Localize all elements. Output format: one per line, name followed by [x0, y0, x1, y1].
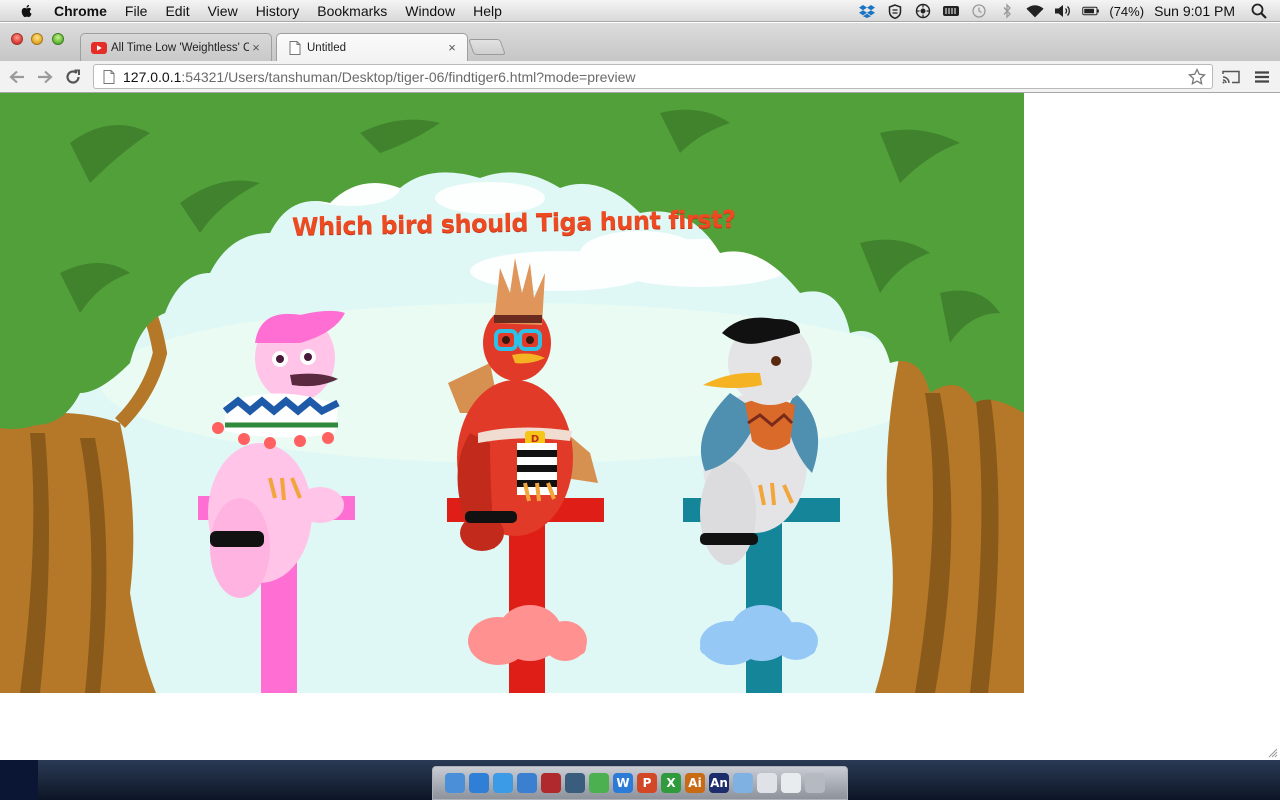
menu-window[interactable]: Window: [396, 0, 464, 22]
zoom-window-button[interactable]: [52, 33, 64, 45]
battery-icon[interactable]: [1082, 3, 1100, 19]
tab-untitled[interactable]: Untitled ×: [276, 33, 468, 61]
cast-button[interactable]: [1219, 65, 1243, 89]
menu-help[interactable]: Help: [464, 0, 511, 22]
page-icon: [101, 69, 117, 85]
illustrator-icon[interactable]: Ai: [685, 773, 705, 793]
menu-view[interactable]: View: [199, 0, 247, 22]
menu-file[interactable]: File: [116, 0, 157, 22]
gear-icon[interactable]: [914, 3, 932, 19]
trash-icon[interactable]: [805, 773, 825, 793]
close-window-button[interactable]: [11, 33, 23, 45]
forward-arrow-icon: [38, 70, 53, 84]
dock: W P X Ai An: [432, 766, 848, 800]
excel-icon[interactable]: X: [661, 773, 681, 793]
forward-button[interactable]: [33, 65, 57, 89]
word-icon[interactable]: W: [613, 773, 633, 793]
url-text[interactable]: 127.0.0.1:54321/Users/tanshuman/Desktop/…: [123, 69, 1186, 85]
photo-booth-icon[interactable]: [541, 773, 561, 793]
bookmark-star-icon[interactable]: [1186, 66, 1208, 88]
url-path: :54321/Users/tanshuman/Desktop/tiger-06/…: [181, 68, 636, 85]
back-button[interactable]: [5, 65, 29, 89]
shield-icon[interactable]: [886, 3, 904, 19]
page-icon: [287, 40, 303, 56]
tab-youtube[interactable]: All Time Low 'Weightless' C ×: [80, 33, 272, 61]
dropbox-icon[interactable]: [858, 3, 876, 19]
documents-folder-icon[interactable]: [757, 773, 777, 793]
battery-meter-icon[interactable]: [942, 3, 960, 19]
safari-icon[interactable]: [493, 773, 513, 793]
menubar-clock[interactable]: Sun 9:01 PM: [1154, 3, 1235, 19]
hamburger-menu-icon: [1255, 71, 1269, 83]
wifi-icon[interactable]: [1026, 3, 1044, 19]
menu-history[interactable]: History: [247, 0, 309, 22]
menu-app-name[interactable]: Chrome: [45, 0, 116, 22]
menu-bookmarks[interactable]: Bookmarks: [308, 0, 396, 22]
address-bar[interactable]: 127.0.0.1:54321/Users/tanshuman/Desktop/…: [93, 64, 1213, 89]
applications-folder-icon[interactable]: [733, 773, 753, 793]
chrome-menu-button[interactable]: [1250, 65, 1274, 89]
volume-icon[interactable]: [1054, 3, 1072, 19]
reload-button[interactable]: [61, 65, 85, 89]
menu-bar: Chrome File Edit View History Bookmarks …: [0, 0, 1280, 22]
red-bird-button[interactable]: [445, 253, 605, 553]
apple-icon[interactable]: [17, 3, 37, 19]
back-arrow-icon: [9, 70, 24, 84]
animate-icon[interactable]: An: [709, 773, 729, 793]
itunes-icon[interactable]: [517, 773, 537, 793]
time-machine-icon[interactable]: [970, 3, 988, 19]
app-store-icon[interactable]: [469, 773, 489, 793]
desktop-wallpaper: [0, 760, 38, 800]
spotlight-icon[interactable]: [1250, 3, 1268, 19]
cast-icon: [1222, 70, 1240, 84]
white-bird-button[interactable]: [698, 313, 828, 573]
bluetooth-icon[interactable]: [998, 3, 1016, 19]
minimize-window-button[interactable]: [31, 33, 43, 45]
url-host: 127.0.0.1: [123, 68, 182, 85]
new-tab-button[interactable]: [468, 39, 506, 55]
powerpoint-icon[interactable]: P: [637, 773, 657, 793]
tab-title: All Time Low 'Weightless' C: [111, 41, 249, 54]
chrome-icon[interactable]: [589, 773, 609, 793]
reload-icon: [66, 69, 80, 84]
pink-bird-button[interactable]: [200, 303, 350, 583]
time-machine-icon[interactable]: [565, 773, 585, 793]
status-area: (74%) Sun 9:01 PM: [853, 0, 1280, 22]
tab-close-icon[interactable]: ×: [445, 40, 459, 55]
finder-icon[interactable]: [445, 773, 465, 793]
menu-edit[interactable]: Edit: [156, 0, 198, 22]
desktop-background: W P X Ai An: [0, 760, 1280, 800]
screenshot-icon[interactable]: [781, 773, 801, 793]
game-canvas: D Which bird should Tiga hunt first?: [0, 93, 1024, 693]
youtube-icon: [91, 40, 107, 56]
tab-close-icon[interactable]: ×: [249, 40, 263, 55]
page-viewport: D Which bird should Tiga hunt first?: [0, 93, 1280, 760]
resize-grip-icon[interactable]: [1268, 748, 1278, 758]
battery-percent: (74%): [1109, 3, 1145, 19]
browser-toolbar: 127.0.0.1:54321/Users/tanshuman/Desktop/…: [0, 61, 1280, 93]
tab-title: Untitled: [307, 41, 346, 54]
